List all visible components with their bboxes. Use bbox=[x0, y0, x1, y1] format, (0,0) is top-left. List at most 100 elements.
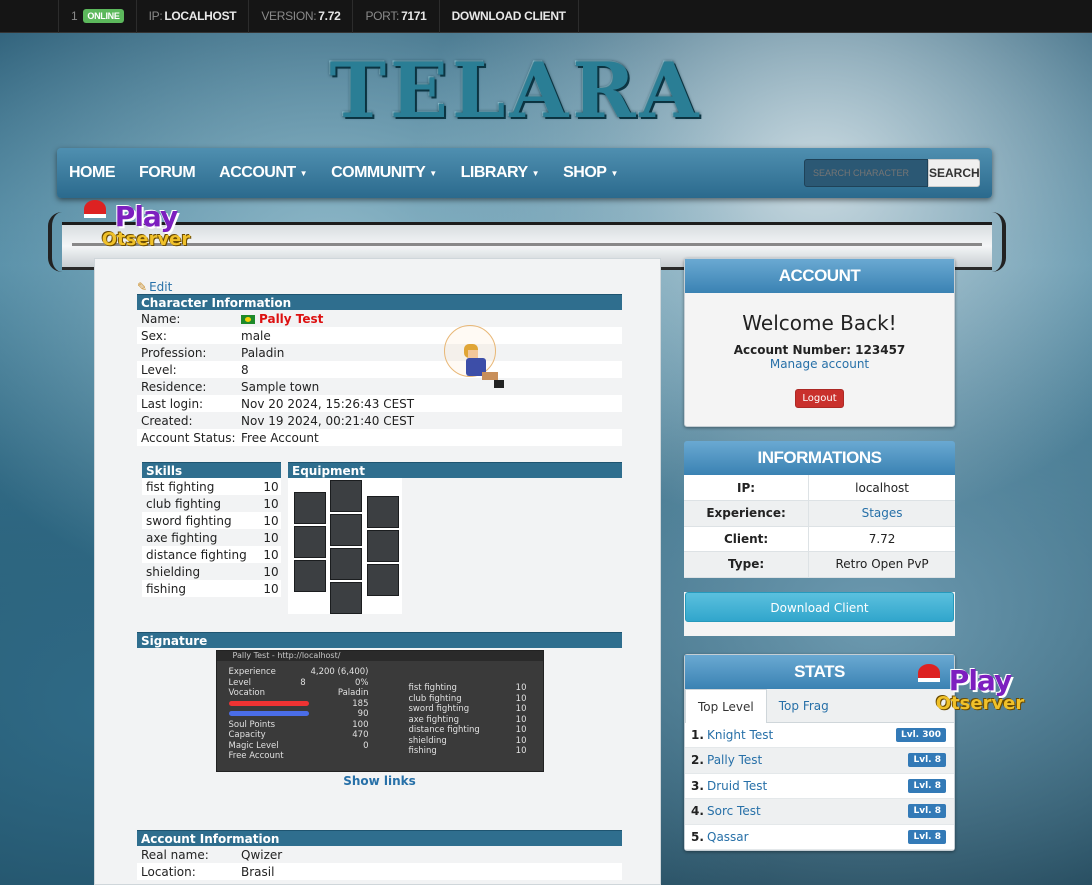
sig-status: Free Account bbox=[228, 751, 284, 761]
sig-row: Vocation Paladin bbox=[229, 688, 369, 699]
table-row: Account Status: Free Account bbox=[137, 429, 622, 446]
rank-number: 3. bbox=[691, 778, 704, 793]
spear-slot-icon bbox=[367, 530, 399, 562]
skill-value: 10 bbox=[259, 495, 281, 512]
download-client-link[interactable]: DOWNLOAD CLIENT bbox=[438, 0, 579, 33]
nav-community-label: COMMUNITY bbox=[331, 164, 426, 181]
player-link[interactable]: Pally Test bbox=[707, 753, 908, 767]
tab-top-frag[interactable]: Top Frag bbox=[767, 689, 841, 723]
sig-value: 8 bbox=[300, 677, 306, 688]
sig-skill-value: 10 bbox=[515, 746, 527, 756]
equipment-section: Equipment bbox=[288, 462, 622, 614]
level-badge: Lvl. 8 bbox=[908, 829, 946, 844]
account-number: Account Number: 123457 bbox=[733, 343, 906, 357]
info-label: Experience: bbox=[684, 500, 810, 527]
table-row: Sex: male bbox=[137, 327, 622, 344]
helmet-slot-icon bbox=[330, 480, 362, 512]
rank-number: 5. bbox=[691, 829, 704, 844]
sig-label: Vocation bbox=[228, 688, 266, 698]
skill-value: 10 bbox=[259, 529, 281, 546]
equipment-grid bbox=[288, 478, 402, 614]
server-informations-table: IP: localhost Experience: Stages Client: 7.… bbox=[684, 475, 955, 578]
ring-slot-icon bbox=[294, 560, 326, 592]
table-row: Residence: Sample town bbox=[137, 378, 622, 395]
sig-skill: axe fighting bbox=[408, 714, 460, 725]
experience-stages-link[interactable]: Stages bbox=[808, 500, 955, 527]
nav-home[interactable]: HOME bbox=[69, 164, 116, 182]
manage-account-link[interactable]: Manage account bbox=[685, 357, 954, 371]
character-information-header: Character Information bbox=[137, 294, 622, 310]
download-area: Download Client bbox=[684, 591, 955, 636]
level-badge: Lvl. 8 bbox=[908, 753, 946, 768]
row-label: Residence: bbox=[137, 378, 237, 395]
character-page: ✎ Edit Character Information Name: Pally … bbox=[137, 279, 622, 880]
sig-value: 100 bbox=[352, 719, 369, 730]
sig-label: Magic Level bbox=[228, 740, 279, 751]
site-logo[interactable]: TELARA bbox=[330, 40, 699, 140]
account-box-body: Welcome Back! Account Number: 123457 Man… bbox=[685, 293, 954, 426]
brazil-flag-icon bbox=[241, 314, 255, 324]
player-link[interactable]: Druid Test bbox=[707, 779, 908, 793]
player-link[interactable]: Sorc Test bbox=[707, 804, 908, 818]
row-label: Last login: bbox=[137, 395, 237, 412]
port-label: PORT: bbox=[365, 9, 400, 23]
download-client-button[interactable]: Download Client bbox=[685, 591, 954, 622]
nav-forum[interactable]: FORUM bbox=[139, 164, 196, 182]
nav-library[interactable]: LIBRARY ▼ bbox=[460, 164, 540, 182]
character-name-cell: Pally Test bbox=[237, 310, 622, 327]
sig-skill: club fighting bbox=[408, 693, 462, 704]
armor-slot-icon bbox=[330, 514, 362, 546]
weapon-slot-icon bbox=[294, 526, 326, 558]
edit-label: Edit bbox=[149, 279, 173, 294]
info-label: Type: bbox=[684, 551, 810, 578]
sig-percent: 0% bbox=[354, 677, 369, 688]
character-signature-image[interactable]: Pally Test - http://localhost/ Experienc… bbox=[215, 650, 544, 772]
rank-number: 1. bbox=[691, 727, 704, 742]
table-row: Location: Brasil bbox=[137, 863, 622, 880]
sig-label: Capacity bbox=[228, 730, 266, 740]
show-links-link[interactable]: Show links bbox=[137, 774, 622, 788]
table-row: fist fighting 10 bbox=[142, 478, 281, 495]
sig-skill-value: 10 bbox=[515, 693, 527, 704]
table-row: Experience: Stages bbox=[684, 500, 955, 527]
character-search: SEARCH bbox=[804, 159, 980, 187]
amulet-slot-icon bbox=[294, 492, 326, 524]
search-button[interactable]: SEARCH bbox=[928, 159, 980, 187]
caret-down-icon: ▼ bbox=[299, 168, 308, 178]
skill-name: axe fighting bbox=[142, 529, 260, 546]
row-label: Real name: bbox=[137, 846, 237, 863]
sig-label: Level bbox=[228, 677, 251, 688]
sig-row: Magic Level 0 bbox=[229, 741, 369, 752]
skill-value: 10 bbox=[259, 546, 281, 563]
informations-box: INFORMATIONS IP: localhost Experience: Sta… bbox=[684, 441, 955, 636]
logout-button[interactable]: Logout bbox=[795, 389, 844, 408]
table-row: Profession: Paladin bbox=[137, 344, 622, 361]
nav-shop[interactable]: SHOP ▼ bbox=[563, 164, 618, 182]
informations-box-title: INFORMATIONS bbox=[684, 441, 955, 475]
skill-name: fist fighting bbox=[142, 478, 260, 495]
player-link[interactable]: Knight Test bbox=[707, 728, 896, 742]
account-information-section: Account Information Real name: Qwizer Loc… bbox=[137, 830, 622, 880]
caret-down-icon: ▼ bbox=[610, 168, 618, 178]
row-value: Nov 20 2024, 15:26:43 CEST bbox=[237, 395, 622, 412]
edit-character-link[interactable]: ✎ Edit bbox=[137, 279, 622, 294]
sig-row: fishing 10 bbox=[409, 746, 527, 757]
sig-hp: 185 bbox=[352, 698, 369, 709]
sig-row: Capacity 470 bbox=[229, 730, 369, 741]
tab-top-level[interactable]: Top Level bbox=[685, 688, 767, 723]
playotserver-watermark-logo-right: Play Otserver bbox=[914, 664, 1046, 734]
sig-row: shielding 10 bbox=[409, 736, 527, 747]
nav-library-label: LIBRARY bbox=[460, 164, 529, 181]
sig-label: Soul Points bbox=[228, 719, 276, 730]
sig-row: distance fighting 10 bbox=[409, 725, 527, 736]
table-row: shielding 10 bbox=[142, 563, 281, 580]
rank-number: 4. bbox=[691, 804, 704, 819]
player-link[interactable]: Qassar bbox=[707, 830, 908, 844]
sig-skill: shielding bbox=[408, 735, 447, 746]
nav-account[interactable]: ACCOUNT ▼ bbox=[219, 164, 307, 182]
list-item: 3. Druid Test Lvl. 8 bbox=[685, 773, 954, 799]
version-label: VERSION: bbox=[261, 9, 317, 23]
skills-and-equipment: Skills fist fighting 10 club fighting 10 s… bbox=[137, 462, 622, 614]
search-character-input[interactable] bbox=[804, 159, 928, 187]
nav-community[interactable]: COMMUNITY ▼ bbox=[331, 164, 437, 182]
